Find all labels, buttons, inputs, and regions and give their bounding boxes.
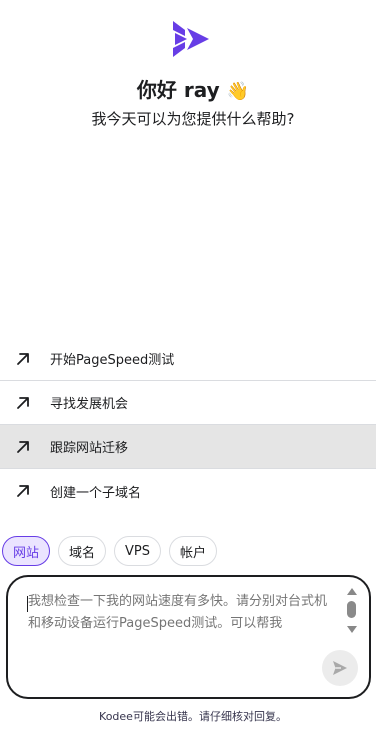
kodee-logo-icon bbox=[173, 21, 209, 57]
suggestion-item-pagespeed[interactable]: 开始PageSpeed测试 bbox=[0, 337, 376, 381]
suggestion-label: 创建一个子域名 bbox=[50, 485, 142, 501]
greeting-heading: 你好 ray 👋 bbox=[0, 76, 386, 106]
suggestion-label: 跟踪网站迁移 bbox=[50, 441, 129, 456]
topic-chips: 网站 域名 VPS 帐户 bbox=[2, 536, 218, 566]
subtitle: 我今天可以为您提供什么帮助? bbox=[91, 110, 295, 128]
send-icon bbox=[333, 661, 347, 675]
send-button[interactable] bbox=[322, 650, 358, 686]
chip-account[interactable]: 帐户 bbox=[169, 536, 218, 566]
suggestion-list: 开始PageSpeed测试 寻找发展机会 跟踪网站迁移 创建一个子域名 bbox=[0, 337, 376, 513]
suggestion-item-migration[interactable]: 跟踪网站迁移 bbox=[0, 425, 376, 469]
arrow-up-right-icon bbox=[17, 440, 29, 453]
suggestion-item-growth[interactable]: 寻找发展机会 bbox=[0, 381, 376, 425]
disclaimer-text: Kodee可能会出错。请仔细核对回复。 bbox=[99, 710, 287, 723]
text-caret bbox=[27, 596, 28, 612]
suggestion-label: 寻找发展机会 bbox=[50, 397, 129, 412]
message-composer bbox=[6, 575, 371, 699]
arrow-up-right-icon bbox=[17, 352, 29, 365]
arrow-up-right-icon bbox=[17, 396, 29, 409]
suggestion-item-subdomain[interactable]: 创建一个子域名 bbox=[0, 469, 376, 513]
scroll-up-arrow-icon[interactable] bbox=[347, 588, 357, 595]
chip-vps[interactable]: VPS bbox=[114, 536, 162, 566]
scrollbar-thumb[interactable] bbox=[347, 601, 356, 618]
scroll-down-arrow-icon[interactable] bbox=[347, 626, 357, 633]
waving-hand-icon: 👋 bbox=[226, 81, 250, 102]
chip-domain[interactable]: 域名 bbox=[58, 536, 107, 566]
greeting-text: 你好 ray bbox=[136, 78, 220, 102]
chip-website[interactable]: 网站 bbox=[2, 536, 51, 566]
arrow-up-right-icon bbox=[17, 485, 29, 497]
message-input[interactable] bbox=[28, 591, 332, 641]
suggestion-label: 开始PageSpeed测试 bbox=[50, 353, 175, 368]
